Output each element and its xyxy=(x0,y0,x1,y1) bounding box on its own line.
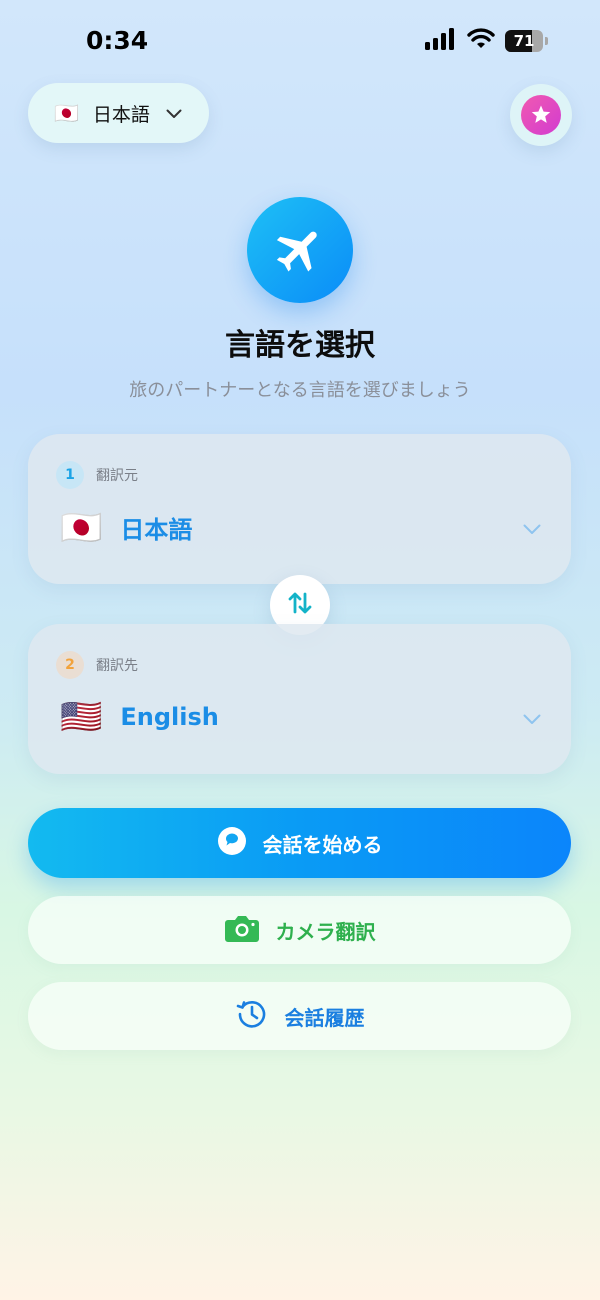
battery-level: 71 xyxy=(513,32,535,50)
premium-button[interactable] xyxy=(510,84,572,146)
battery-cap xyxy=(545,37,548,45)
source-language-card[interactable]: 1 翻訳元 🇯🇵 日本語 xyxy=(28,434,571,584)
target-language-name: English xyxy=(120,703,219,731)
step-number-1: 1 xyxy=(56,461,84,489)
conversation-history-button[interactable]: 会話履歴 xyxy=(28,982,571,1050)
star-icon xyxy=(521,95,561,135)
source-language-name: 日本語 xyxy=(120,516,193,544)
page-title: 言語を選択 xyxy=(225,328,375,363)
page-subtitle: 旅のパートナーとなる言語を選びましょう xyxy=(129,380,471,401)
camera-translate-button[interactable]: カメラ翻訳 xyxy=(28,896,571,964)
status-bar: 0:34 71 xyxy=(0,0,600,80)
history-clock-icon xyxy=(235,997,269,1035)
chevron-down-icon xyxy=(166,104,182,123)
us-flag-icon: 🇺🇸 xyxy=(60,697,103,737)
airplane-icon xyxy=(247,197,353,303)
battery-indicator: 71 xyxy=(505,30,543,52)
step-number-2: 2 xyxy=(56,651,84,679)
conversation-history-label: 会話履歴 xyxy=(284,1005,365,1030)
status-time: 0:34 xyxy=(86,26,149,55)
target-language-header: 2 翻訳先 xyxy=(56,651,138,679)
camera-translate-label: カメラ翻訳 xyxy=(275,919,376,944)
camera-icon xyxy=(224,913,260,947)
ui-language-selector[interactable]: 🇯🇵 日本語 xyxy=(28,83,209,143)
swap-arrows-icon xyxy=(285,588,315,622)
ui-language-label: 日本語 xyxy=(92,103,150,126)
target-language-value: 🇺🇸 English xyxy=(60,700,219,734)
wifi-icon xyxy=(467,28,495,54)
target-language-caption: 翻訳先 xyxy=(96,658,138,674)
start-conversation-button[interactable]: 会話を始める xyxy=(28,808,571,878)
source-language-header: 1 翻訳元 xyxy=(56,461,138,489)
chat-bubble-icon xyxy=(217,826,247,860)
target-language-card[interactable]: 2 翻訳先 🇺🇸 English xyxy=(28,624,571,774)
chevron-down-icon xyxy=(523,520,541,539)
japan-flag-icon: 🇯🇵 xyxy=(54,101,79,125)
cellular-signal-icon xyxy=(425,28,457,54)
start-conversation-label: 会話を始める xyxy=(262,832,383,857)
status-icons: 71 xyxy=(425,28,548,54)
source-language-caption: 翻訳元 xyxy=(96,468,138,484)
japan-flag-icon: 🇯🇵 xyxy=(60,507,103,548)
source-language-value: 🇯🇵 日本語 xyxy=(60,510,192,545)
chevron-down-icon xyxy=(523,710,541,729)
